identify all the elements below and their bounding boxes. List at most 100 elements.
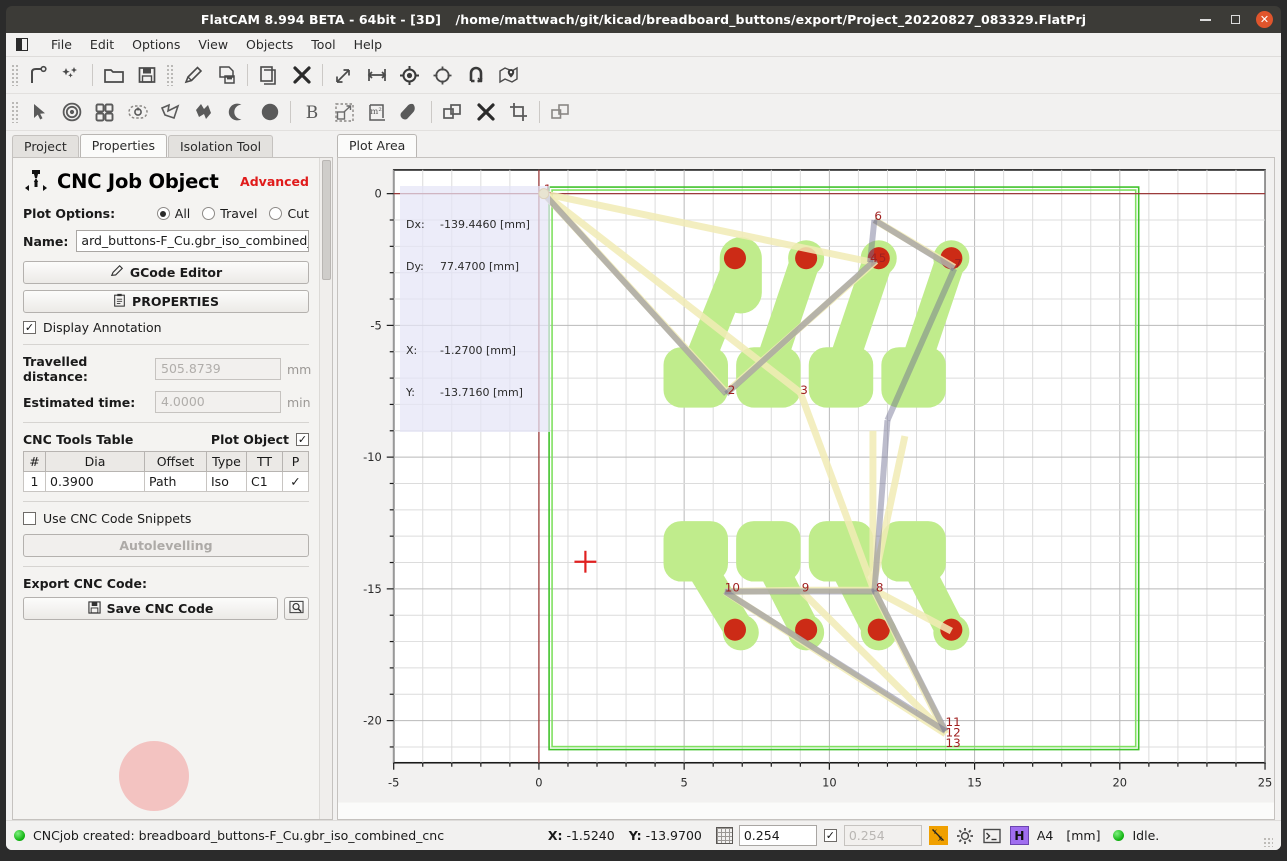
x-tick-label: 25 [1258,776,1273,790]
plot-options-row: Plot Options: All Travel Cut [23,206,309,221]
add-circle-icon[interactable] [253,97,286,128]
display-annotation-row[interactable]: ✓ Display Annotation [23,320,309,335]
select-cursor-icon[interactable] [22,97,55,128]
scrollbar-thumb[interactable] [321,160,331,280]
crosshair-icon[interactable] [426,60,459,91]
use-snippets-checkbox[interactable] [23,512,36,525]
plot-object-checkbox[interactable]: ✓ [296,433,309,446]
crop-icon[interactable] [502,97,535,128]
use-snippets-row[interactable]: Use CNC Code Snippets [23,511,309,526]
radio-travel[interactable]: Travel [202,206,257,221]
axis-icon[interactable]: YX [928,825,949,846]
eraser-icon[interactable] [394,97,427,128]
gear-icon[interactable] [955,825,976,846]
open-folder-icon[interactable] [97,60,130,91]
panel-header: CNC Job Object Advanced [23,168,309,194]
menu-tool[interactable]: Tool [302,35,344,54]
cell-p-checkbox[interactable]: ✓ [282,471,309,492]
open-project-icon[interactable] [22,60,55,91]
transform-icon[interactable] [328,97,361,128]
toolbar-grip-3[interactable] [11,101,19,123]
state-label: Idle. [1132,828,1160,843]
x-tick-label: 10 [822,776,837,790]
copy-icon[interactable] [252,60,285,91]
properties-button[interactable]: PROPERTIES [23,290,309,313]
menu-view[interactable]: View [189,35,237,54]
main-toolbar [6,57,1281,94]
close-button[interactable]: ✕ [1256,11,1273,28]
measure-icon[interactable] [360,60,393,91]
new-geometry-icon[interactable] [55,60,88,91]
save-cnc-code-button[interactable]: Save CNC Code [23,597,278,620]
add-drill-icon[interactable] [55,97,88,128]
add-array-icon[interactable] [88,97,121,128]
magnet-icon[interactable] [459,60,492,91]
grid-link-checkbox[interactable]: ✓ [823,829,837,842]
menu-options[interactable]: Options [123,35,189,54]
status-led-icon [14,830,25,841]
union-icon[interactable] [436,97,469,128]
toolbar-grip-2[interactable] [166,64,174,86]
grid-y-input[interactable]: 0.254 [843,825,922,846]
map-pin-icon[interactable] [492,60,525,91]
radio-all[interactable]: All [156,206,190,221]
menu-help[interactable]: Help [345,35,392,54]
menu-file[interactable]: File [42,35,81,54]
add-arc-icon[interactable] [220,97,253,128]
y-tick-label: 0 [374,187,381,201]
tab-isolation-tool[interactable]: Isolation Tool [167,135,274,158]
plot-container[interactable]: -505101520250-5-10-15-20 123456789101112… [337,157,1275,820]
cell-dia[interactable]: 0.3900 [45,471,145,492]
toolbar-grip[interactable] [11,64,19,86]
radio-cut[interactable]: Cut [269,206,309,221]
table-row[interactable]: 1 0.3900 Path Iso C1 ✓ [23,471,309,492]
distance-icon[interactable] [327,60,360,91]
gcode-editor-label: GCode Editor [129,265,223,280]
units-label[interactable]: [mm] [1066,828,1100,843]
cnc-tools-table: # Dia Offset Type TT P 1 0.3900 Path Iso… [23,451,309,492]
pencil-icon [110,264,124,281]
x-tick-label: 5 [681,776,688,790]
tools-table-header-row: CNC Tools Table Plot Object ✓ [23,432,309,447]
maximize-button[interactable] [1226,11,1244,29]
delete-icon[interactable] [285,60,318,91]
save-icon[interactable] [130,60,163,91]
shell-icon[interactable] [982,825,1003,846]
menu-objects[interactable]: Objects [237,35,302,54]
area-icon[interactable]: m² [361,97,394,128]
tab-project[interactable]: Project [12,135,79,158]
path-annotation: 9 [802,580,810,594]
hud-toggle[interactable]: H [1009,825,1030,846]
gcode-editor-button[interactable]: GCode Editor [23,261,309,284]
edit-icon[interactable] [177,60,210,91]
display-annotation-checkbox[interactable]: ✓ [23,321,36,334]
left-panel-tabs: Project Properties Isolation Tool [12,134,333,158]
intersect-icon[interactable] [469,97,502,128]
add-text-icon[interactable]: B [295,97,328,128]
copy-object-icon[interactable] [544,97,577,128]
cell-offset[interactable]: Path [144,471,207,492]
left-panel-scrollbar[interactable] [319,158,332,819]
grid-icon[interactable] [715,827,733,844]
view-code-button[interactable] [284,597,309,620]
tab-properties[interactable]: Properties [79,134,167,158]
autolevelling-button[interactable]: Autolevelling [23,534,309,557]
cell-tt[interactable]: C1 [246,471,283,492]
add-path-icon[interactable] [187,97,220,128]
click-indicator [119,741,189,811]
grid-x-input[interactable]: 0.254 [738,825,817,846]
add-slot-icon[interactable] [121,97,154,128]
name-input[interactable]: ard_buttons-F_Cu.gbr_iso_combined_cnc [76,230,309,252]
table-header-row: # Dia Offset Type TT P [23,451,309,472]
menu-edit[interactable]: Edit [81,35,123,54]
save-object-icon[interactable] [210,60,243,91]
tab-plot-area[interactable]: Plot Area [337,134,418,158]
paper-size[interactable]: A4 [1037,828,1054,843]
add-polygon-icon[interactable] [154,97,187,128]
cell-type[interactable]: Iso [206,471,247,492]
resize-grip[interactable] [1262,837,1273,847]
minimize-button[interactable] [1196,11,1214,29]
window-title: FlatCAM 8.994 BETA - 64bit - [3D] /home/… [201,12,1086,27]
origin-set-icon[interactable] [393,60,426,91]
plot-annotation-box: Dx: -139.4460 [mm] Dy: 77.4700 [mm] X: -… [400,186,550,432]
